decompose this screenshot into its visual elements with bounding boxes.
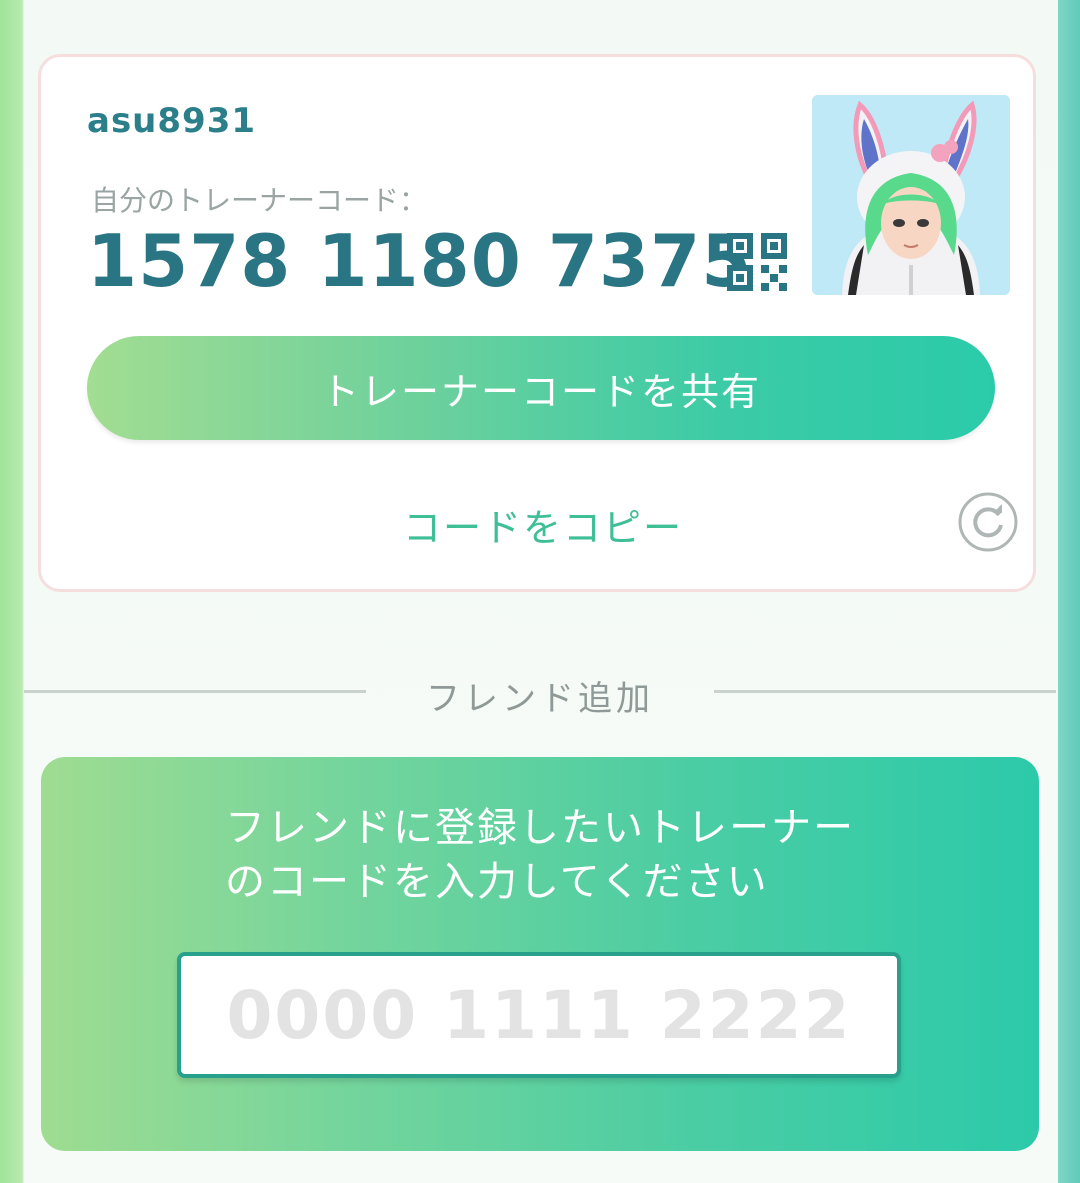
trainer-code-value: 1578 1180 7375 [87,219,753,303]
friend-add-instruction: フレンドに登録したいトレーナーのコードを入力してください [225,805,855,905]
divider-line-left [24,690,366,693]
friend-code-input[interactable] [177,952,901,1078]
friend-add-card: フレンドに登録したいトレーナーのコードを入力してください [41,757,1039,1151]
copy-code-button[interactable]: コードをコピー [341,497,745,552]
trainer-code-label: 自分のトレーナーコード： [91,184,428,217]
divider-line-right [714,690,1056,693]
refresh-icon[interactable] [957,491,1019,553]
share-trainer-code-button[interactable]: トレーナーコードを共有 [87,336,995,440]
qr-code-icon[interactable] [727,233,787,291]
friend-add-title: フレンド追加 [426,679,654,719]
trainer-avatar[interactable] [812,95,1010,295]
username: asu8931 [87,101,257,141]
friend-add-divider: フレンド追加 [24,665,1058,719]
trainer-code-card: asu8931 自分のトレーナーコード： 1578 1180 7375 トレーナ… [38,54,1036,592]
